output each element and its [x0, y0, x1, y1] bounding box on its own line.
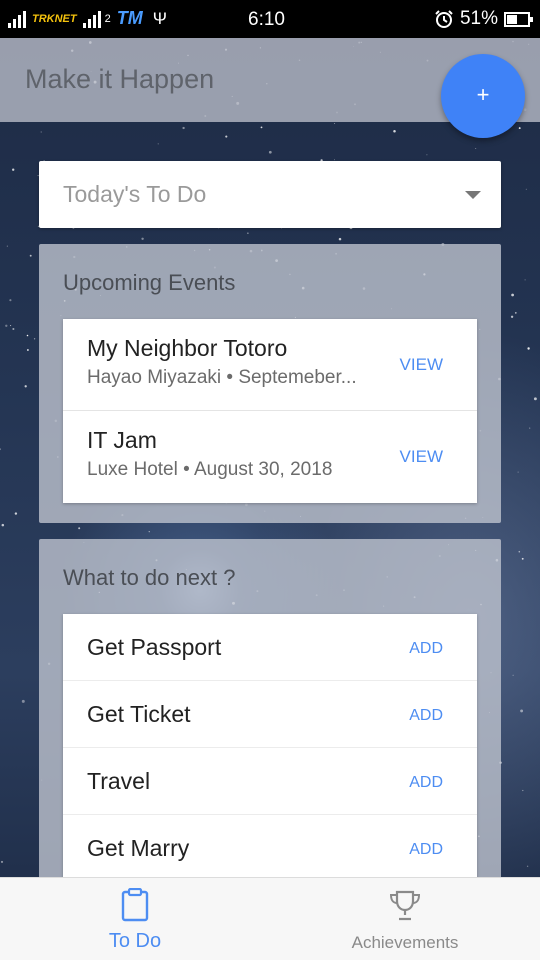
- upcoming-events-title: Upcoming Events: [63, 270, 236, 295]
- star: [526, 865, 529, 867]
- star: [517, 471, 519, 473]
- star: [9, 299, 12, 302]
- battery-percent: 51%: [459, 8, 498, 29]
- add-task-button[interactable]: ADD: [409, 640, 443, 658]
- upcoming-events-panel: Upcoming Events My Neighbor Totoro Hayao…: [39, 244, 501, 523]
- star: [393, 129, 396, 133]
- star: [247, 232, 249, 234]
- star: [21, 699, 25, 703]
- star: [514, 312, 517, 314]
- star: [527, 347, 530, 350]
- star: [510, 315, 514, 318]
- star: [334, 159, 335, 161]
- add-task-button[interactable]: ADD: [409, 774, 443, 792]
- status-left: TRKNET 2 TM Ψ: [8, 8, 167, 29]
- add-fab-button[interactable]: +: [441, 54, 525, 138]
- event-item: My Neighbor Totoro Hayao Miyazaki • Sept…: [63, 319, 477, 411]
- star: [334, 123, 336, 124]
- star: [522, 789, 524, 792]
- star: [0, 448, 1, 451]
- star: [512, 674, 514, 676]
- clipboard-icon: [121, 888, 149, 922]
- task-label: Get Passport: [87, 634, 222, 660]
- star: [268, 150, 272, 154]
- star: [520, 709, 524, 713]
- task-item: Travel ADD: [63, 748, 477, 815]
- star: [12, 168, 15, 171]
- events-list: My Neighbor Totoro Hayao Miyazaki • Sept…: [63, 319, 477, 503]
- add-task-button[interactable]: ADD: [409, 841, 443, 859]
- task-label: Get Marry: [87, 835, 190, 861]
- next-tasks-title: What to do next ?: [63, 565, 236, 590]
- todo-filter-value: Today's To Do: [63, 181, 207, 207]
- add-task-button[interactable]: ADD: [409, 707, 443, 725]
- star: [148, 531, 150, 533]
- star: [511, 293, 514, 297]
- star: [338, 237, 342, 241]
- task-label: Get Ticket: [87, 701, 191, 727]
- view-event-button[interactable]: VIEW: [400, 355, 443, 375]
- star: [518, 127, 521, 130]
- usb-icon: Ψ: [152, 8, 167, 28]
- star: [24, 385, 27, 388]
- sim-2-label: 2: [104, 12, 111, 25]
- star: [521, 557, 524, 560]
- event-title: IT Jam: [87, 427, 157, 453]
- task-item: Get Passport ADD: [63, 614, 477, 681]
- carrier-2-label: TM: [116, 8, 143, 28]
- star: [1, 523, 5, 527]
- star: [426, 154, 428, 156]
- event-title: My Neighbor Totoro: [87, 335, 288, 361]
- nav-item-todo[interactable]: To Do: [0, 878, 270, 960]
- carrier-1-label: TRKNET: [32, 12, 77, 25]
- star: [260, 126, 263, 129]
- todo-filter-select[interactable]: Today's To Do: [39, 161, 501, 228]
- view-event-button[interactable]: VIEW: [400, 447, 443, 467]
- star: [157, 143, 159, 145]
- star: [182, 126, 185, 130]
- star: [525, 188, 527, 190]
- battery-icon: [504, 11, 533, 27]
- star: [6, 245, 8, 247]
- chevron-down-icon: [465, 191, 481, 199]
- star: [78, 527, 81, 530]
- star: [533, 397, 537, 401]
- star: [26, 349, 29, 351]
- app-title: Make it Happen: [25, 64, 215, 94]
- event-subtitle: Luxe Hotel • August 30, 2018: [87, 459, 333, 480]
- star: [40, 131, 42, 133]
- event-subtitle: Hayao Miyazaki • Septemeber...: [87, 367, 357, 388]
- task-item: Get Ticket ADD: [63, 681, 477, 748]
- star: [26, 334, 29, 337]
- signal-icon: [8, 10, 26, 28]
- event-item: IT Jam Luxe Hotel • August 30, 2018 VIEW: [63, 411, 477, 503]
- next-tasks-panel: What to do next ? Get Passport ADD Get T…: [39, 539, 501, 919]
- star: [141, 237, 144, 241]
- star: [529, 427, 531, 429]
- star: [10, 325, 12, 327]
- tasks-list: Get Passport ADD Get Ticket ADD Travel A…: [63, 614, 477, 882]
- nav-label-todo: To Do: [108, 930, 162, 952]
- star: [29, 254, 32, 257]
- star: [524, 279, 526, 281]
- status-time: 6:10: [248, 9, 285, 30]
- trophy-icon: [389, 890, 421, 921]
- star: [518, 550, 521, 553]
- star: [225, 135, 228, 138]
- bottom-navigation: To Do Achievements: [0, 877, 540, 960]
- star: [475, 147, 477, 150]
- nav-item-achievements[interactable]: Achievements: [270, 878, 540, 960]
- star: [12, 327, 15, 331]
- star: [5, 324, 8, 327]
- status-right: 51%: [434, 8, 533, 30]
- star: [33, 338, 36, 340]
- star: [0, 860, 4, 863]
- signal-2-icon: [82, 10, 101, 28]
- nav-label-achievements: Achievements: [351, 933, 459, 952]
- task-label: Travel: [87, 768, 151, 794]
- star: [14, 512, 18, 515]
- task-item: Get Marry ADD: [63, 815, 477, 882]
- status-bar: TRKNET 2 TM Ψ 6:10 51%: [0, 0, 540, 38]
- alarm-icon: [435, 10, 453, 28]
